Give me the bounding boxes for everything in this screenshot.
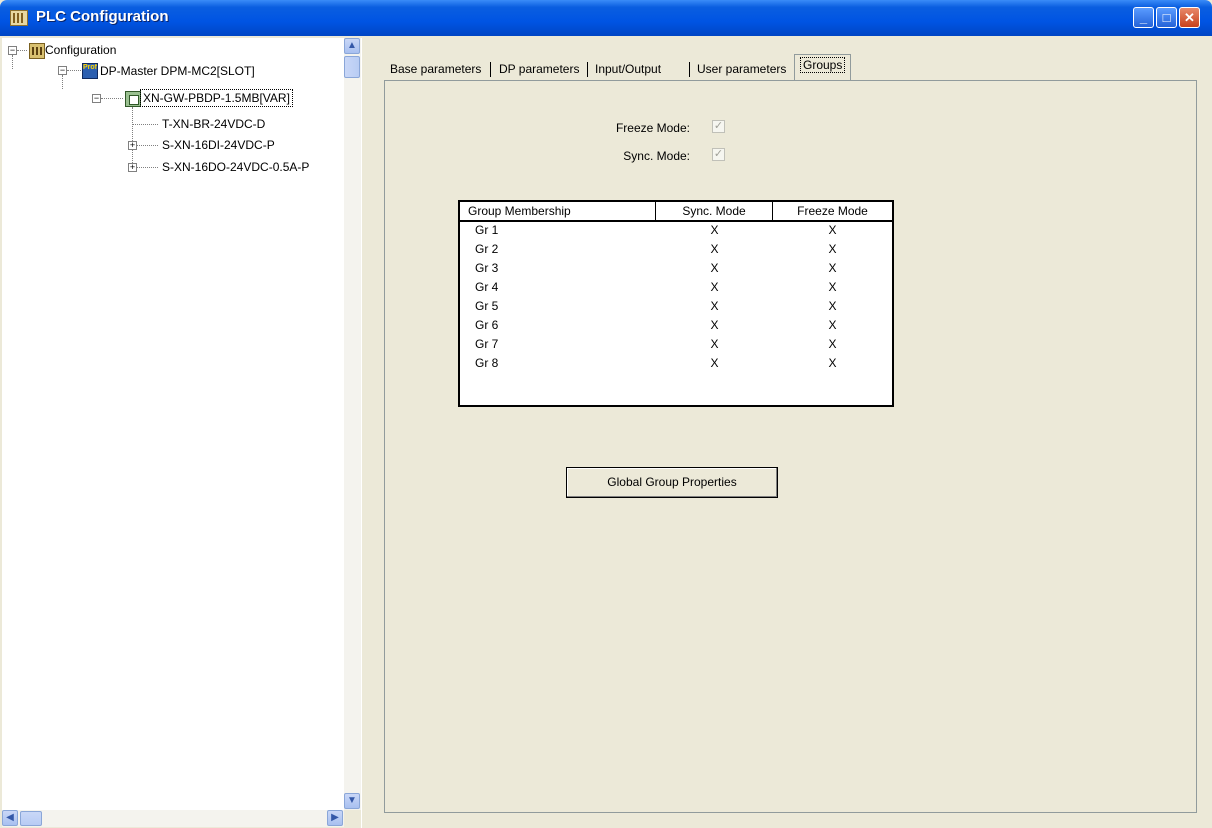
tree-item-module[interactable]: T-XN-BR-24VDC-D bbox=[162, 115, 265, 133]
group-cell: Gr 8 bbox=[475, 356, 499, 370]
tree-line bbox=[137, 145, 158, 147]
close-button[interactable]: ✕ bbox=[1179, 7, 1200, 28]
tree-item-module[interactable]: S-XN-16DI-24VDC-P bbox=[162, 136, 275, 154]
tree-item-slave[interactable]: XN-GW-PBDP-1.5MB[VAR] bbox=[140, 89, 293, 107]
chevron-right-icon: ▶ bbox=[331, 812, 339, 823]
window-title: PLC Configuration bbox=[36, 8, 169, 25]
sync-mode-label: Sync. Mode: bbox=[623, 149, 690, 163]
chevron-down-icon: ▼ bbox=[347, 795, 357, 806]
scroll-up-button[interactable]: ▲ bbox=[344, 38, 360, 54]
tree-item-configuration[interactable]: Configuration bbox=[45, 41, 116, 59]
panel-splitter[interactable] bbox=[361, 38, 371, 828]
freeze-cell: X bbox=[828, 299, 837, 313]
tree-item-module[interactable]: S-XN-16DO-24VDC-0.5A-P bbox=[162, 158, 309, 176]
tree-line bbox=[132, 107, 134, 169]
group-cell: Gr 6 bbox=[475, 318, 499, 332]
scroll-thumb[interactable] bbox=[344, 56, 360, 78]
tab-groups[interactable]: Groups bbox=[794, 54, 852, 80]
minimize-button[interactable]: _ bbox=[1133, 7, 1154, 28]
sync-cell: X bbox=[710, 280, 719, 294]
freeze-cell: X bbox=[828, 242, 837, 256]
groups-panel bbox=[384, 80, 1197, 813]
freeze-cell: X bbox=[828, 223, 837, 237]
check-icon: ✓ bbox=[713, 120, 724, 132]
group-membership-table[interactable]: Group Membership Sync. Mode Freeze Mode … bbox=[458, 200, 894, 407]
tree-line bbox=[62, 75, 64, 89]
freeze-cell: X bbox=[828, 356, 837, 370]
sync-cell: X bbox=[710, 242, 719, 256]
column-header-sync[interactable]: Sync. Mode bbox=[656, 202, 773, 220]
maximize-icon: □ bbox=[1162, 10, 1171, 25]
chevron-up-icon: ▲ bbox=[347, 40, 357, 51]
tree-line bbox=[12, 55, 14, 69]
chevron-left-icon: ◀ bbox=[6, 812, 14, 823]
group-cell: Gr 3 bbox=[475, 261, 499, 275]
column-header-group[interactable]: Group Membership bbox=[460, 202, 656, 220]
tab-separator bbox=[689, 62, 690, 77]
tree-vertical-scrollbar[interactable]: ▲ ▼ bbox=[344, 38, 361, 810]
expand-module-icon[interactable]: + bbox=[128, 141, 137, 150]
freeze-cell: X bbox=[828, 337, 837, 351]
tree-line bbox=[101, 98, 123, 100]
global-group-properties-button[interactable]: Global Group Properties bbox=[566, 467, 778, 498]
tab-user-parameters[interactable]: User parameters bbox=[697, 58, 786, 80]
freeze-cell: X bbox=[828, 261, 837, 275]
tab-input-output[interactable]: Input/Output bbox=[595, 58, 661, 80]
collapse-root-icon[interactable]: − bbox=[8, 46, 17, 55]
scroll-right-button[interactable]: ▶ bbox=[327, 810, 343, 826]
group-cell: Gr 2 bbox=[475, 242, 499, 256]
tree-item-dp-master[interactable]: DP-Master DPM-MC2[SLOT] bbox=[100, 62, 255, 80]
check-icon: ✓ bbox=[713, 148, 724, 160]
tree-horizontal-scrollbar[interactable]: ◀ ▶ bbox=[2, 810, 344, 827]
tab-groups-label: Groups bbox=[800, 57, 846, 73]
sync-cell: X bbox=[710, 318, 719, 332]
maximize-button[interactable]: □ bbox=[1156, 7, 1177, 28]
profibus-master-icon: Profi bbox=[82, 63, 98, 79]
slave-device-icon bbox=[125, 91, 141, 107]
scroll-thumb[interactable] bbox=[20, 811, 42, 826]
freeze-mode-checkbox[interactable]: ✓ bbox=[712, 120, 725, 133]
tree-line bbox=[67, 70, 81, 72]
freeze-cell: X bbox=[828, 280, 837, 294]
group-cell: Gr 7 bbox=[475, 337, 499, 351]
column-header-freeze[interactable]: Freeze Mode bbox=[773, 202, 892, 220]
collapse-slave-icon[interactable]: − bbox=[92, 94, 101, 103]
close-icon: ✕ bbox=[1184, 10, 1195, 25]
tree-line bbox=[137, 167, 158, 169]
minimize-icon: _ bbox=[1139, 10, 1148, 25]
group-cell: Gr 5 bbox=[475, 299, 499, 313]
freeze-mode-label: Freeze Mode: bbox=[615, 121, 690, 135]
sync-cell: X bbox=[710, 356, 719, 370]
tab-base-parameters[interactable]: Base parameters bbox=[390, 58, 481, 80]
tree-line bbox=[17, 50, 27, 52]
tab-separator bbox=[587, 62, 588, 77]
scroll-corner bbox=[344, 810, 361, 827]
tab-separator bbox=[490, 62, 491, 77]
sync-mode-checkbox[interactable]: ✓ bbox=[712, 148, 725, 161]
freeze-cell: X bbox=[828, 318, 837, 332]
tree-line bbox=[132, 124, 158, 126]
group-cell: Gr 4 bbox=[475, 280, 499, 294]
scroll-down-button[interactable]: ▼ bbox=[344, 793, 360, 809]
scroll-left-button[interactable]: ◀ bbox=[2, 810, 18, 826]
sync-cell: X bbox=[710, 223, 719, 237]
title-bar: PLC Configuration _ □ ✕ bbox=[0, 0, 1212, 36]
configuration-tree[interactable]: − Configuration − Profi DP-Master DPM-MC… bbox=[2, 38, 344, 826]
table-header: Group Membership Sync. Mode Freeze Mode bbox=[460, 202, 892, 222]
configuration-icon bbox=[29, 43, 45, 59]
sync-cell: X bbox=[710, 299, 719, 313]
tab-dp-parameters[interactable]: DP parameters bbox=[499, 58, 579, 80]
sync-cell: X bbox=[710, 337, 719, 351]
sync-cell: X bbox=[710, 261, 719, 275]
expand-module-icon[interactable]: + bbox=[128, 163, 137, 172]
app-icon bbox=[10, 10, 28, 26]
collapse-master-icon[interactable]: − bbox=[58, 66, 67, 75]
group-cell: Gr 1 bbox=[475, 223, 499, 237]
